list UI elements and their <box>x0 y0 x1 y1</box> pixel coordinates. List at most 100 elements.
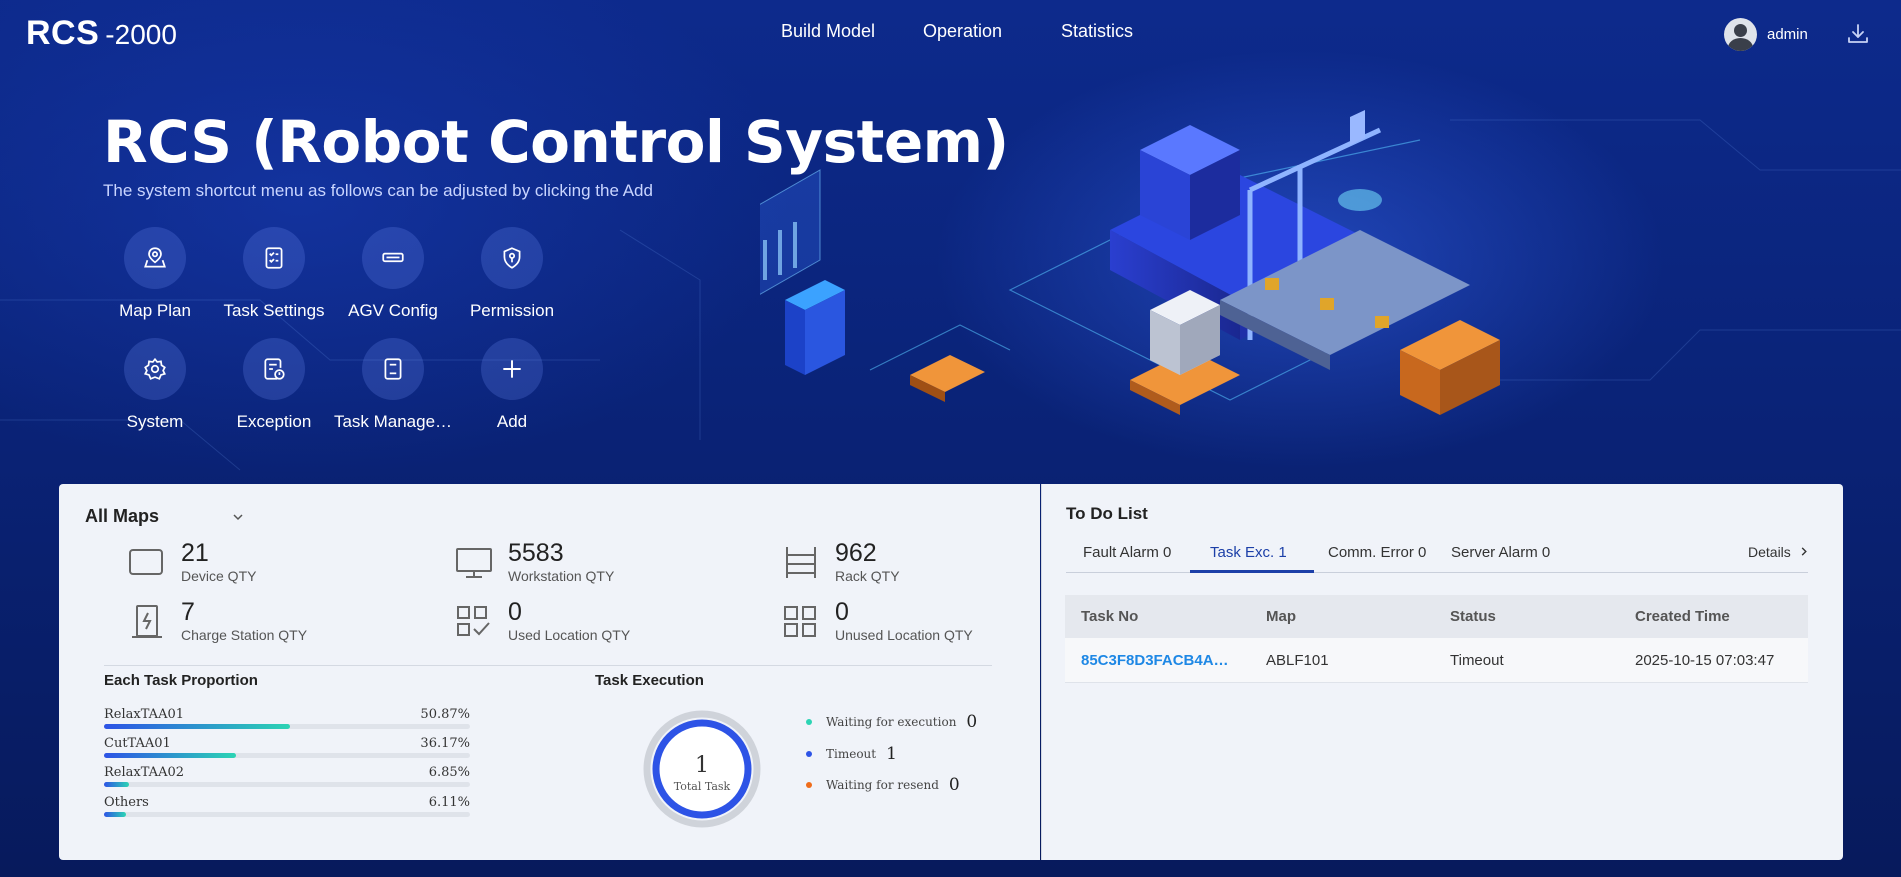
stat-used-location-qty: 0 Used Location QTY <box>454 599 630 643</box>
stat-workstation-qty: 5583 Workstation QTY <box>454 540 614 584</box>
stat-rack-qty: 962 Rack QTY <box>781 540 900 584</box>
shortcut-task-settings[interactable]: Task Settings <box>214 227 334 321</box>
document-icon <box>384 358 402 380</box>
proportion-bar <box>104 782 130 787</box>
map-selector[interactable]: All Maps <box>85 506 245 527</box>
legend-label: Waiting for resend <box>826 778 939 792</box>
legend-dot <box>806 782 812 788</box>
legend-value: 0 <box>948 775 960 795</box>
task-execution-donut: 1 Total Task <box>643 710 761 828</box>
proportion-percent: 6.11% <box>428 795 470 810</box>
proportion-name: RelaxTAA01 <box>104 707 184 722</box>
tab-fault-alarm[interactable]: Fault Alarm 0 <box>1083 544 1171 573</box>
tab-count: 1 <box>1278 544 1287 561</box>
table-header: Task No Map Status Created Time <box>1065 595 1808 638</box>
map-pin-icon <box>144 247 166 268</box>
tab-label: Fault Alarm <box>1083 544 1159 561</box>
shortcut-label: Exception <box>236 412 312 431</box>
stat-value: 962 <box>835 539 877 567</box>
stat-device-qty: 21 Device QTY <box>127 540 256 584</box>
tab-label: Comm. Error <box>1328 544 1414 561</box>
nav-statistics[interactable]: Statistics <box>1061 21 1133 42</box>
factory-illustration <box>760 110 1500 415</box>
avatar <box>1724 18 1757 51</box>
nav-operation[interactable]: Operation <box>923 21 1002 42</box>
proportion-row: RelaxTAA02 6.85% <box>104 765 470 787</box>
legend-dot <box>806 751 812 757</box>
todo-panel: To Do List Fault Alarm 0 Task Exc. 1 Com… <box>1041 484 1843 860</box>
agv-icon <box>382 252 404 263</box>
proportion-percent: 6.85% <box>428 765 470 780</box>
gear-icon <box>144 357 166 380</box>
execution-title: Task Execution <box>595 672 704 689</box>
charge-station-icon <box>132 605 162 638</box>
column-task-no: Task No <box>1081 608 1139 625</box>
tab-label: Task Exc. <box>1210 544 1275 561</box>
stat-value: 0 <box>508 598 522 626</box>
stat-label: Rack QTY <box>835 568 900 584</box>
tab-count: 0 <box>1541 544 1551 561</box>
stat-value: 21 <box>181 539 209 567</box>
shortcut-permission[interactable]: Permission <box>452 227 572 321</box>
shortcut-label: Permission <box>469 301 555 320</box>
shortcut-label: System <box>126 412 184 431</box>
details-link[interactable]: Details <box>1748 544 1809 560</box>
shortcut-map-plan[interactable]: Map Plan <box>95 227 215 321</box>
monitor-icon <box>456 548 492 578</box>
shortcut-system[interactable]: System <box>95 338 215 432</box>
chevron-down-icon <box>233 513 243 520</box>
shield-key-icon <box>503 247 521 269</box>
task-no-link[interactable]: 85C3F8D3FACB4A… <box>1081 652 1229 669</box>
proportion-track <box>104 753 470 758</box>
table-row[interactable]: 85C3F8D3FACB4A… ABLF101 Timeout 2025-10-… <box>1065 638 1808 683</box>
logo-main: RCS <box>26 14 100 52</box>
tab-task-exc[interactable]: Task Exc. 1 <box>1190 544 1314 573</box>
proportion-row: CutTAA01 36.17% <box>104 736 470 758</box>
column-map: Map <box>1266 608 1296 625</box>
stat-label: Charge Station QTY <box>181 627 308 643</box>
cell-status: Timeout <box>1450 652 1504 669</box>
stat-label: Unused Location QTY <box>835 627 973 643</box>
tab-count: 0 <box>1418 544 1427 561</box>
details-label: Details <box>1748 544 1791 560</box>
nav-build-model[interactable]: Build Model <box>781 21 875 42</box>
tab-server-alarm[interactable]: Server Alarm 0 <box>1451 544 1550 573</box>
stat-unused-location-qty: 0 Unused Location QTY <box>781 599 973 643</box>
legend-label: Waiting for execution <box>826 715 957 729</box>
legend-waiting-resend: Waiting for resend 0 <box>806 775 960 795</box>
stat-value: 0 <box>835 598 849 626</box>
shortcut-add[interactable]: Add <box>452 338 572 432</box>
divider <box>104 665 992 666</box>
shortcut-label: Task Manage… <box>333 412 453 431</box>
shortcut-label: Map Plan <box>119 301 191 320</box>
plus-icon <box>503 360 521 378</box>
shortcut-exception[interactable]: Exception <box>214 338 334 432</box>
todo-tabs: Fault Alarm 0 Task Exc. 1 Comm. Error 0 … <box>1066 544 1808 573</box>
proportion-title: Each Task Proportion <box>104 672 258 689</box>
tab-comm-error[interactable]: Comm. Error 0 <box>1328 544 1426 573</box>
stat-charge-station-qty: 7 Charge Station QTY <box>127 599 307 643</box>
app-logo[interactable]: RCS -2000 <box>26 14 177 53</box>
stat-value: 5583 <box>508 539 564 567</box>
user-menu[interactable]: admin <box>1724 18 1808 51</box>
todo-title: To Do List <box>1066 504 1148 523</box>
unused-location-icon <box>784 606 816 637</box>
exception-icon <box>264 358 285 380</box>
shortcut-label: Task Settings <box>223 301 325 320</box>
device-icon <box>129 549 163 575</box>
stat-label: Workstation QTY <box>508 568 615 584</box>
donut-total-label: Total Task <box>674 780 731 793</box>
tab-label: Server Alarm <box>1451 544 1538 561</box>
legend-value: 1 <box>886 744 897 764</box>
chevron-right-icon <box>1801 547 1807 556</box>
shortcut-task-manage[interactable]: Task Manage… <box>333 338 453 432</box>
proportion-percent: 50.87% <box>420 707 470 722</box>
overview-panel: All Maps 21 Device QTY 5583 Workstation QT… <box>59 484 1040 860</box>
proportion-bar <box>104 812 127 817</box>
proportion-name: Others <box>104 795 149 810</box>
proportion-name: RelaxTAA02 <box>104 765 184 780</box>
top-bar: RCS -2000 Build Model Operation Statistic… <box>0 0 1901 66</box>
shortcut-agv-config[interactable]: AGV Config <box>333 227 453 321</box>
proportion-track <box>104 782 470 787</box>
download-icon[interactable] <box>1846 22 1870 46</box>
